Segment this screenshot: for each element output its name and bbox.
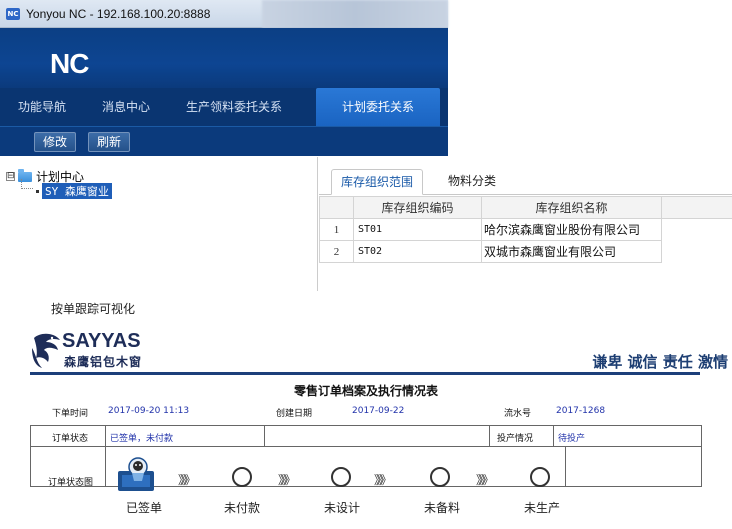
section-caption: 按单跟踪可视化 <box>51 302 136 316</box>
inventory-org-table: 库存组织编码 库存组织名称 1 ST01 哈尔滨森鹰窗业股份有限公司 2 ST0… <box>319 196 732 263</box>
order-time-label: 下单时间 <box>52 409 89 419</box>
tab-bar: 库存组织范围 物料分类 <box>319 169 732 195</box>
tab-inventory-org-scope[interactable]: 库存组织范围 <box>331 169 423 195</box>
divider-line <box>264 425 265 447</box>
created-date-value: 2017-09-22 <box>352 406 405 416</box>
order-status-flow: 》》》 》》》 》》》 》》》 已签单 未付款 未设计 未备料 未生产 <box>82 455 562 529</box>
brand-name-cn: 森鹰铝包木窗 <box>64 355 143 369</box>
header-divider <box>30 372 700 375</box>
order-time-value: 2017-09-20 11:13 <box>108 406 190 416</box>
brand-slogan: 谦卑 诚信 责任 激情 <box>592 353 728 371</box>
brand-name-en: SAYYAS <box>62 330 141 352</box>
form-title: 零售订单档案及执行情况表 <box>293 384 438 398</box>
sayyas-logo: SAYYAS 森鹰铝包木窗 <box>30 330 230 370</box>
step-arrow-icon: 》》》 <box>374 473 392 487</box>
divider-line <box>489 425 490 447</box>
production-label: 投产情况 <box>497 434 534 444</box>
nav-item-plan-delegation[interactable]: 计划委托关系 <box>316 88 441 126</box>
edit-button[interactable]: 修改 <box>34 131 77 152</box>
window-titlebar: NC Yonyou NC - 192.168.100.20:8888 <box>0 0 448 28</box>
tree-connector <box>21 179 33 189</box>
window-title: Yonyou NC - 192.168.100.20:8888 <box>26 6 211 21</box>
org-code-cell: ST01 <box>353 218 482 241</box>
col-header-filler <box>661 196 732 219</box>
order-status-label: 订单状态 <box>52 434 89 444</box>
main-nav: 功能导航 消息中心 生产领料委托关系 计划委托关系 <box>0 88 448 126</box>
filler-cell <box>662 219 732 241</box>
nav-item-message-center[interactable]: 消息中心 <box>84 88 168 126</box>
step-label-no-material: 未备料 <box>424 501 461 515</box>
table-row[interactable]: 2 ST02 双城市森鹰窗业有限公司 <box>319 240 732 263</box>
step-arrow-icon: 》》》 <box>178 473 196 487</box>
step-label-undesigned: 未设计 <box>324 501 361 515</box>
col-header-org-code: 库存组织编码 <box>353 196 482 219</box>
nc-logo: NC <box>50 48 89 79</box>
nav-item-production-material-delegation[interactable]: 生产领料委托关系 <box>168 88 300 126</box>
org-code-cell: ST02 <box>353 240 482 263</box>
production-value: 待投产 <box>558 434 586 444</box>
step-label-signed: 已签单 <box>126 501 163 515</box>
divider-line <box>565 447 566 487</box>
table-row[interactable]: 1 ST01 哈尔滨森鹰窗业股份有限公司 <box>319 218 732 241</box>
org-name-cell: 哈尔滨森鹰窗业股份有限公司 <box>481 218 662 241</box>
plan-center-tree: ⊟ 计划中心 SY 森鹰窗业 <box>0 157 318 291</box>
row-index: 2 <box>319 240 354 263</box>
step-circle-icon <box>331 467 351 487</box>
step-arrow-icon: 》》》 <box>476 473 494 487</box>
step-circle-icon <box>232 467 252 487</box>
step-label-unproduced: 未生产 <box>524 501 561 515</box>
signed-order-icon <box>118 457 154 491</box>
divider-line <box>553 425 554 447</box>
step-circle-icon <box>530 467 550 487</box>
table-header-row: 库存组织编码 库存组织名称 <box>319 196 732 219</box>
serial-label: 流水号 <box>504 409 532 419</box>
toolbar: 修改 刷新 <box>0 126 448 156</box>
step-label-unpaid: 未付款 <box>224 501 261 515</box>
eagle-logo-icon <box>32 333 60 368</box>
order-status-value: 已签单，未付款 <box>110 434 174 444</box>
step-circle-icon <box>430 467 450 487</box>
tree-bullet-icon <box>36 189 39 193</box>
collapse-icon[interactable]: ⊟ <box>6 172 15 181</box>
tree-node-child-label: SY 森鹰窗业 <box>42 183 112 199</box>
row-index: 1 <box>319 218 354 241</box>
detail-panel: 库存组织范围 物料分类 库存组织编码 库存组织名称 1 ST01 哈尔滨森鹰窗业… <box>319 157 732 291</box>
created-date-label: 创建日期 <box>276 409 313 419</box>
tree-node-child[interactable]: SY 森鹰窗业 <box>36 183 112 199</box>
org-name-cell: 双城市森鹰窗业有限公司 <box>481 240 662 263</box>
col-header-index <box>319 196 354 219</box>
serial-value: 2017-1268 <box>556 406 606 416</box>
step-arrow-icon: 》》》 <box>278 473 296 487</box>
nc-app-icon: NC <box>6 7 20 20</box>
nav-item-function-navigation[interactable]: 功能导航 <box>0 88 84 126</box>
titlebar-redacted-area <box>262 0 448 28</box>
filler-cell <box>662 241 732 263</box>
refresh-button[interactable]: 刷新 <box>88 131 131 152</box>
tab-material-category[interactable]: 物料分类 <box>437 169 507 195</box>
col-header-org-name: 库存组织名称 <box>481 196 662 219</box>
app-header: NC <box>0 28 448 88</box>
